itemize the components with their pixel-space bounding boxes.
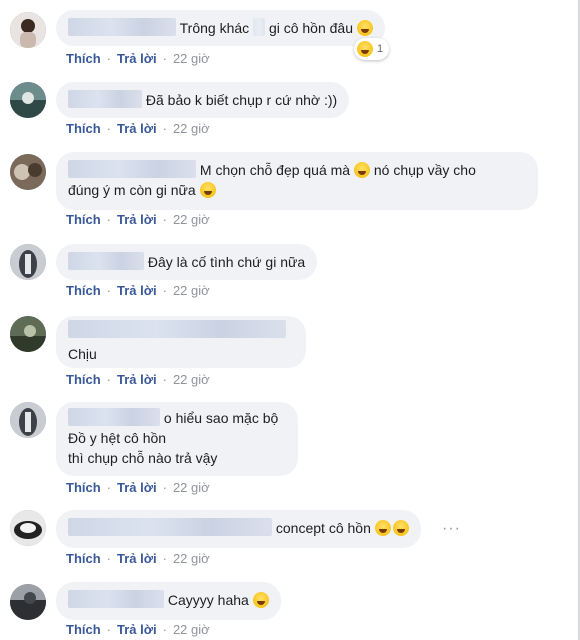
rofl-emoji-icon <box>374 520 391 536</box>
comment-actions: Thích · Trả lời · 22 giờ <box>66 51 210 66</box>
like-link[interactable]: Thích <box>66 372 101 387</box>
redacted-name <box>68 408 160 426</box>
like-link[interactable]: Thích <box>66 480 101 495</box>
avatar[interactable] <box>10 510 46 546</box>
comment-text-cont: nó chụp vầy cho <box>373 162 476 178</box>
timestamp[interactable]: 22 giờ <box>173 551 210 566</box>
rofl-emoji-icon <box>392 520 409 536</box>
confused-emoji-icon <box>356 20 373 36</box>
redacted-name <box>68 18 176 36</box>
comment-text: M chọn chỗ đẹp quá mà <box>199 162 351 178</box>
comment-text-cont: gi cô hồn đâu <box>268 20 354 36</box>
comment-text: concept cô hồn <box>275 520 371 536</box>
comment-bubble: concept cô hồn <box>56 510 421 548</box>
laughing-emoji-icon <box>199 182 216 198</box>
timestamp[interactable]: 22 giờ <box>173 121 210 136</box>
redacted-name <box>68 160 196 178</box>
reaction-count: 1 <box>377 43 384 55</box>
avatar[interactable] <box>10 12 46 48</box>
like-link[interactable]: Thích <box>66 551 101 566</box>
comment-text-line2: Đồ y hệt cô hồn <box>68 430 167 446</box>
comment-text: Cayyyy haha <box>167 592 249 608</box>
timestamp[interactable]: 22 giờ <box>173 622 210 637</box>
haha-emoji-icon <box>357 41 373 57</box>
avatar[interactable] <box>10 584 46 620</box>
comment-actions: Thích · Trả lời · 22 giờ <box>66 372 210 387</box>
reply-link[interactable]: Trả lời <box>117 480 157 495</box>
redacted-name <box>68 252 144 270</box>
timestamp[interactable]: 22 giờ <box>173 212 210 227</box>
comment-actions: Thích · Trả lời · 22 giờ <box>66 212 210 227</box>
comment-bubble: Trông khác gi cô hồn đâu <box>56 10 385 46</box>
avatar[interactable] <box>10 244 46 280</box>
comment-actions: Thích · Trả lời · 22 giờ <box>66 622 210 637</box>
reply-link[interactable]: Trả lời <box>117 622 157 637</box>
comment-bubble: Đây là cố tình chứ gi nữa <box>56 244 318 280</box>
comment-text-line3: thì chụp chỗ nào trả vậy <box>68 450 218 466</box>
comment-actions: Thích · Trả lời · 22 giờ <box>66 121 210 136</box>
grinning-emoji-icon <box>252 592 269 608</box>
redacted-name <box>68 518 272 536</box>
redacted-name <box>68 590 164 608</box>
comment-bubble: o hiểu sao mặc bộ Đồ y hệt cô hồn thì ch… <box>56 402 298 476</box>
comment-text: Đã bảo k biết chụp r cứ nhờ :)) <box>145 92 338 108</box>
like-link[interactable]: Thích <box>66 622 101 637</box>
laughing-emoji-icon <box>354 162 370 178</box>
timestamp[interactable]: 22 giờ <box>173 51 210 66</box>
reply-link[interactable]: Trả lời <box>117 283 157 298</box>
reply-link[interactable]: Trả lời <box>117 121 157 136</box>
reaction-badge[interactable]: 1 <box>354 38 390 60</box>
like-link[interactable]: Thích <box>66 121 101 136</box>
avatar[interactable] <box>10 402 46 438</box>
timestamp[interactable]: 22 giờ <box>173 480 210 495</box>
reply-link[interactable]: Trả lời <box>117 372 157 387</box>
like-link[interactable]: Thích <box>66 212 101 227</box>
redacted-name <box>68 90 142 108</box>
comment-actions: Thích · Trả lời · 22 giờ <box>66 551 210 566</box>
comment-bubble: Chịu <box>56 316 306 368</box>
comment-text: o hiểu sao mặc bộ <box>163 410 279 426</box>
like-link[interactable]: Thích <box>66 51 101 66</box>
timestamp[interactable]: 22 giờ <box>173 283 210 298</box>
avatar[interactable] <box>10 82 46 118</box>
comment-actions: Thích · Trả lời · 22 giờ <box>66 480 210 495</box>
comment-bubble: Đã bảo k biết chụp r cứ nhờ :)) <box>56 82 350 118</box>
avatar[interactable] <box>10 316 46 352</box>
reply-link[interactable]: Trả lời <box>117 51 157 66</box>
timestamp[interactable]: 22 giờ <box>173 372 210 387</box>
comment-text: Đây là cố tình chứ gi nữa <box>147 254 306 270</box>
reply-link[interactable]: Trả lời <box>117 212 157 227</box>
like-link[interactable]: Thích <box>66 283 101 298</box>
comment-actions: Thích · Trả lời · 22 giờ <box>66 283 210 298</box>
avatar[interactable] <box>10 154 46 190</box>
comment-text-line2: đúng ý m còn gi nữa <box>68 182 196 198</box>
more-options-icon[interactable]: ··· <box>442 520 461 538</box>
comment-bubble: M chọn chỗ đẹp quá mà nó chụp vầy cho đú… <box>56 152 538 210</box>
reply-link[interactable]: Trả lời <box>117 551 157 566</box>
comment-text: Trông khác <box>179 20 250 36</box>
redacted-name <box>68 320 286 338</box>
comment-text: Chịu <box>68 346 97 362</box>
redacted-word <box>253 18 266 36</box>
comment-bubble: Cayyyy haha <box>56 582 281 620</box>
